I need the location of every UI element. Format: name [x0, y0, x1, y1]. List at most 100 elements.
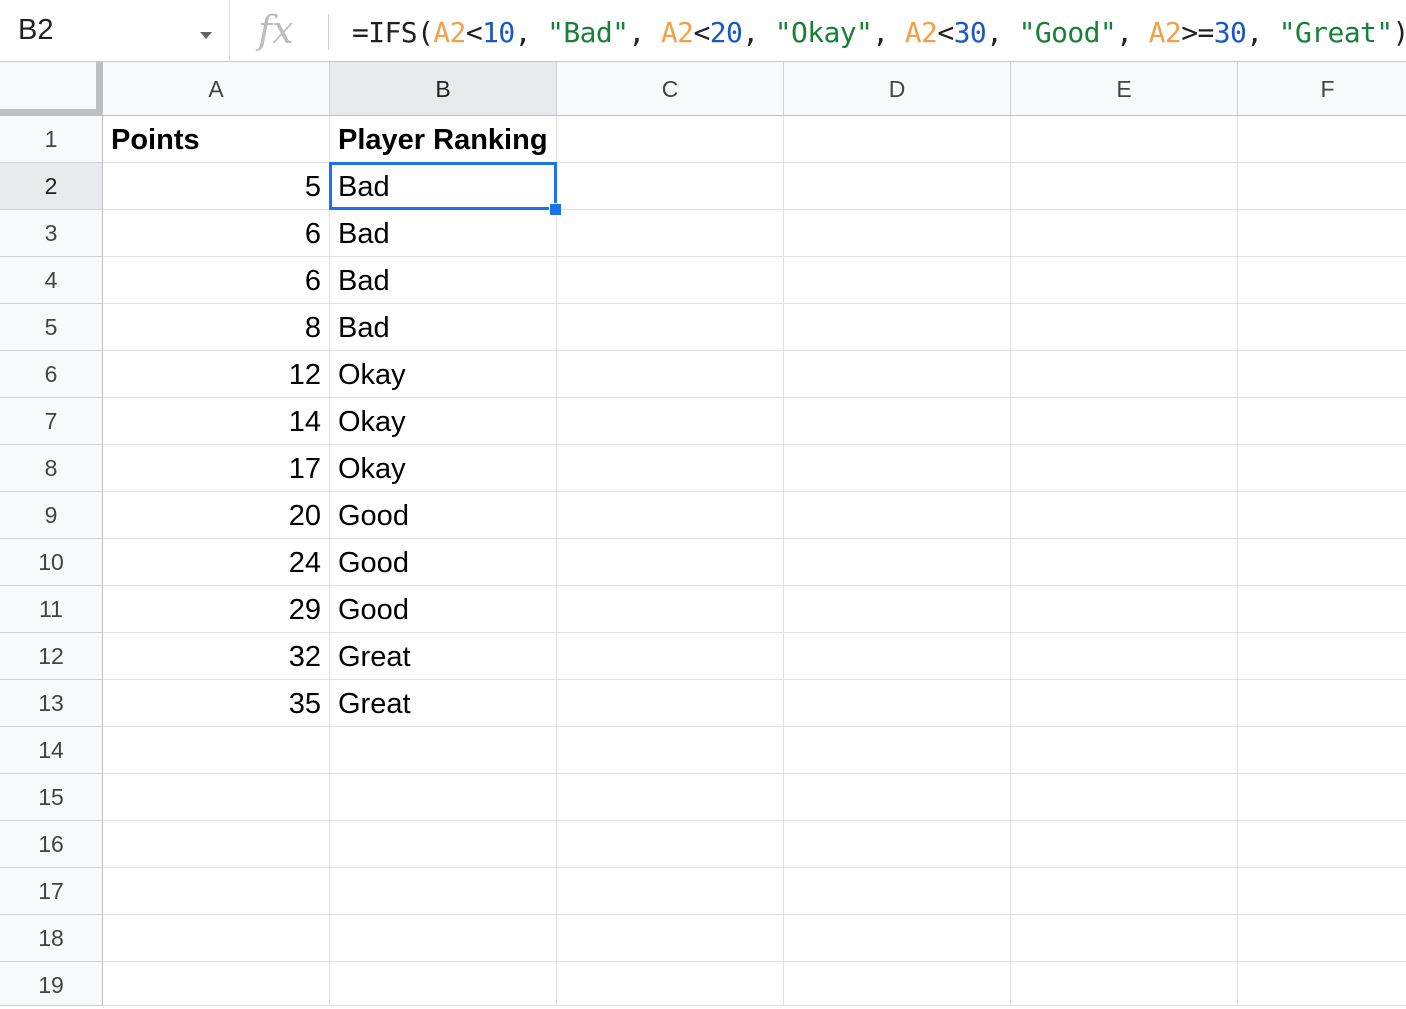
cell-d10[interactable]	[784, 539, 1011, 586]
cell-a15[interactable]	[103, 774, 330, 821]
row-header-9[interactable]: 9	[0, 492, 103, 539]
cell-f11[interactable]	[1238, 586, 1406, 633]
select-all-corner[interactable]	[0, 62, 103, 116]
cell-e9[interactable]	[1011, 492, 1238, 539]
cell-f9[interactable]	[1238, 492, 1406, 539]
cell-c19[interactable]	[557, 962, 784, 1006]
row-header-3[interactable]: 3	[0, 210, 103, 257]
cell-a11[interactable]: 29	[103, 586, 330, 633]
cell-e15[interactable]	[1011, 774, 1238, 821]
cell-a12[interactable]: 32	[103, 633, 330, 680]
cell-a8[interactable]: 17	[103, 445, 330, 492]
cell-d16[interactable]	[784, 821, 1011, 868]
cell-e16[interactable]	[1011, 821, 1238, 868]
cell-e3[interactable]	[1011, 210, 1238, 257]
cell-c3[interactable]	[557, 210, 784, 257]
cell-d19[interactable]	[784, 962, 1011, 1006]
row-header-2[interactable]: 2	[0, 163, 103, 210]
name-box-value[interactable]: B2	[18, 14, 53, 47]
cell-e2[interactable]	[1011, 163, 1238, 210]
cell-b13[interactable]: Great	[330, 680, 557, 727]
cell-d12[interactable]	[784, 633, 1011, 680]
row-header-4[interactable]: 4	[0, 257, 103, 304]
column-header-f[interactable]: F	[1238, 62, 1406, 116]
cell-b16[interactable]	[330, 821, 557, 868]
cell-b14[interactable]	[330, 727, 557, 774]
row-header-13[interactable]: 13	[0, 680, 103, 727]
row-header-14[interactable]: 14	[0, 727, 103, 774]
cell-b17[interactable]	[330, 868, 557, 915]
cell-a5[interactable]: 8	[103, 304, 330, 351]
row-header-11[interactable]: 11	[0, 586, 103, 633]
cell-b3[interactable]: Bad	[330, 210, 557, 257]
cell-c14[interactable]	[557, 727, 784, 774]
cell-d11[interactable]	[784, 586, 1011, 633]
cell-b7[interactable]: Okay	[330, 398, 557, 445]
cell-b5[interactable]: Bad	[330, 304, 557, 351]
cell-c17[interactable]	[557, 868, 784, 915]
cell-e19[interactable]	[1011, 962, 1238, 1006]
cell-c10[interactable]	[557, 539, 784, 586]
cell-f12[interactable]	[1238, 633, 1406, 680]
cell-d14[interactable]	[784, 727, 1011, 774]
row-header-18[interactable]: 18	[0, 915, 103, 962]
cell-d9[interactable]	[784, 492, 1011, 539]
cell-d3[interactable]	[784, 210, 1011, 257]
row-header-8[interactable]: 8	[0, 445, 103, 492]
cell-b2[interactable]: Bad	[330, 163, 557, 210]
cell-c13[interactable]	[557, 680, 784, 727]
cell-a17[interactable]	[103, 868, 330, 915]
row-header-7[interactable]: 7	[0, 398, 103, 445]
cell-a18[interactable]	[103, 915, 330, 962]
cell-b6[interactable]: Okay	[330, 351, 557, 398]
cell-b10[interactable]: Good	[330, 539, 557, 586]
row-header-15[interactable]: 15	[0, 774, 103, 821]
cell-b18[interactable]	[330, 915, 557, 962]
cell-a1[interactable]: Points	[103, 116, 330, 163]
row-header-5[interactable]: 5	[0, 304, 103, 351]
cell-b8[interactable]: Okay	[330, 445, 557, 492]
cell-e8[interactable]	[1011, 445, 1238, 492]
cell-a2[interactable]: 5	[103, 163, 330, 210]
cell-e10[interactable]	[1011, 539, 1238, 586]
column-header-d[interactable]: D	[784, 62, 1011, 116]
cell-d1[interactable]	[784, 116, 1011, 163]
cell-f5[interactable]	[1238, 304, 1406, 351]
cell-c7[interactable]	[557, 398, 784, 445]
cell-e18[interactable]	[1011, 915, 1238, 962]
cell-c15[interactable]	[557, 774, 784, 821]
cell-d5[interactable]	[784, 304, 1011, 351]
cell-a16[interactable]	[103, 821, 330, 868]
cell-d13[interactable]	[784, 680, 1011, 727]
cell-c1[interactable]	[557, 116, 784, 163]
cell-c18[interactable]	[557, 915, 784, 962]
cell-f16[interactable]	[1238, 821, 1406, 868]
cell-b11[interactable]: Good	[330, 586, 557, 633]
cell-f10[interactable]	[1238, 539, 1406, 586]
cell-f13[interactable]	[1238, 680, 1406, 727]
cell-e13[interactable]	[1011, 680, 1238, 727]
cell-f6[interactable]	[1238, 351, 1406, 398]
cell-e4[interactable]	[1011, 257, 1238, 304]
cell-c5[interactable]	[557, 304, 784, 351]
cell-d18[interactable]	[784, 915, 1011, 962]
cell-d8[interactable]	[784, 445, 1011, 492]
cell-e17[interactable]	[1011, 868, 1238, 915]
cell-b15[interactable]	[330, 774, 557, 821]
cell-e11[interactable]	[1011, 586, 1238, 633]
cell-e12[interactable]	[1011, 633, 1238, 680]
cell-a19[interactable]	[103, 962, 330, 1006]
cell-c2[interactable]	[557, 163, 784, 210]
column-header-e[interactable]: E	[1011, 62, 1238, 116]
cell-e6[interactable]	[1011, 351, 1238, 398]
cell-b4[interactable]: Bad	[330, 257, 557, 304]
cell-e1[interactable]	[1011, 116, 1238, 163]
row-header-17[interactable]: 17	[0, 868, 103, 915]
cell-a3[interactable]: 6	[103, 210, 330, 257]
cell-d17[interactable]	[784, 868, 1011, 915]
row-header-1[interactable]: 1	[0, 116, 103, 163]
row-header-16[interactable]: 16	[0, 821, 103, 868]
cell-a13[interactable]: 35	[103, 680, 330, 727]
cell-c4[interactable]	[557, 257, 784, 304]
cell-b12[interactable]: Great	[330, 633, 557, 680]
